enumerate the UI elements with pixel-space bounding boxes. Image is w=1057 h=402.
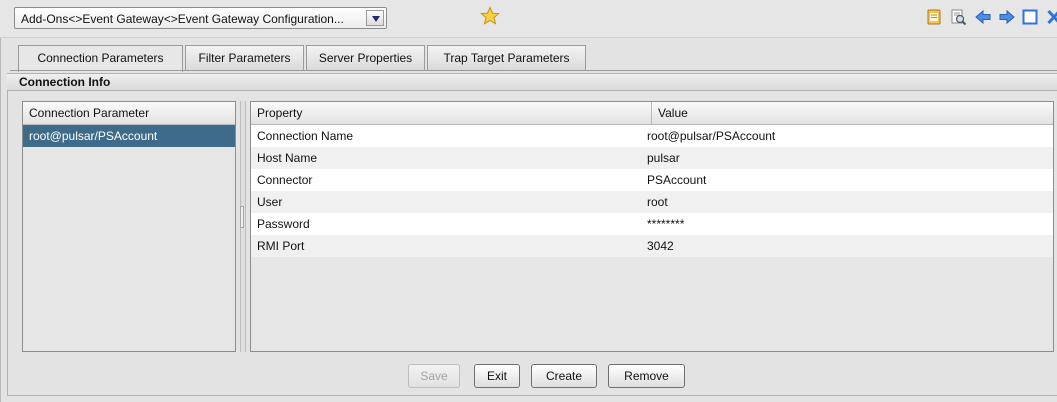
remove-button[interactable]: Remove [608, 364, 685, 388]
tab-filter-parameters[interactable]: Filter Parameters [185, 45, 304, 70]
table-row[interactable]: Host Name pulsar [251, 147, 1053, 169]
value-cell: 3042 [647, 239, 674, 253]
tab-bar: Connection Parameters Filter Parameters … [0, 45, 1057, 72]
exit-button[interactable]: Exit [474, 364, 520, 388]
column-header-property[interactable]: Property [251, 102, 652, 124]
tab-connection-parameters[interactable]: Connection Parameters [18, 45, 183, 72]
notepad-icon[interactable] [925, 8, 943, 26]
close-icon[interactable] [1044, 8, 1057, 26]
value-cell: PSAccount [647, 173, 707, 187]
chevron-down-icon[interactable] [366, 10, 384, 26]
property-table: Property Value Connection Name root@puls… [250, 101, 1054, 352]
tab-divider [10, 70, 1057, 71]
property-cell: Host Name [257, 151, 318, 165]
value-cell: pulsar [647, 151, 680, 165]
value-cell: root [647, 195, 668, 209]
save-button[interactable]: Save [408, 364, 460, 388]
column-header-value[interactable]: Value [652, 102, 1053, 124]
splitter-grip-icon[interactable] [240, 206, 244, 228]
table-header: Property Value [251, 102, 1053, 125]
maximize-icon[interactable] [1021, 8, 1039, 26]
star-icon[interactable] [480, 6, 500, 26]
property-cell: User [257, 195, 283, 209]
breadcrumb-text: Add-Ons<>Event Gateway<>Event Gateway Co… [21, 12, 344, 26]
create-button[interactable]: Create [531, 364, 597, 388]
toolbar: Add-Ons<>Event Gateway<>Event Gateway Co… [0, 0, 1057, 38]
forward-arrow-icon[interactable] [998, 8, 1016, 26]
table-row[interactable]: Connection Name root@pulsar/PSAccount [251, 125, 1053, 147]
connection-list-header[interactable]: Connection Parameter [23, 102, 235, 125]
property-cell: RMI Port [257, 239, 305, 253]
property-cell: Connection Name [257, 129, 354, 143]
tab-server-properties[interactable]: Server Properties [306, 45, 425, 70]
breadcrumb-dropdown[interactable]: Add-Ons<>Event Gateway<>Event Gateway Co… [14, 7, 387, 29]
value-cell: root@pulsar/PSAccount [647, 129, 776, 143]
property-cell: Connector [257, 173, 313, 187]
print-preview-icon[interactable] [949, 8, 967, 26]
value-cell: ******** [647, 217, 685, 231]
tab-trap-target-parameters[interactable]: Trap Target Parameters [427, 45, 586, 70]
property-cell: Password [257, 217, 310, 231]
back-arrow-icon[interactable] [974, 8, 992, 26]
section-title: Connection Info [7, 73, 1057, 91]
connection-list-item[interactable]: root@pulsar/PSAccount [23, 125, 235, 147]
connection-list: Connection Parameter root@pulsar/PSAccou… [22, 101, 236, 352]
table-row[interactable]: RMI Port 3042 [251, 235, 1053, 257]
table-row[interactable]: Connector PSAccount [251, 169, 1053, 191]
table-row[interactable]: Password ******** [251, 213, 1053, 235]
table-row[interactable]: User root [251, 191, 1053, 213]
